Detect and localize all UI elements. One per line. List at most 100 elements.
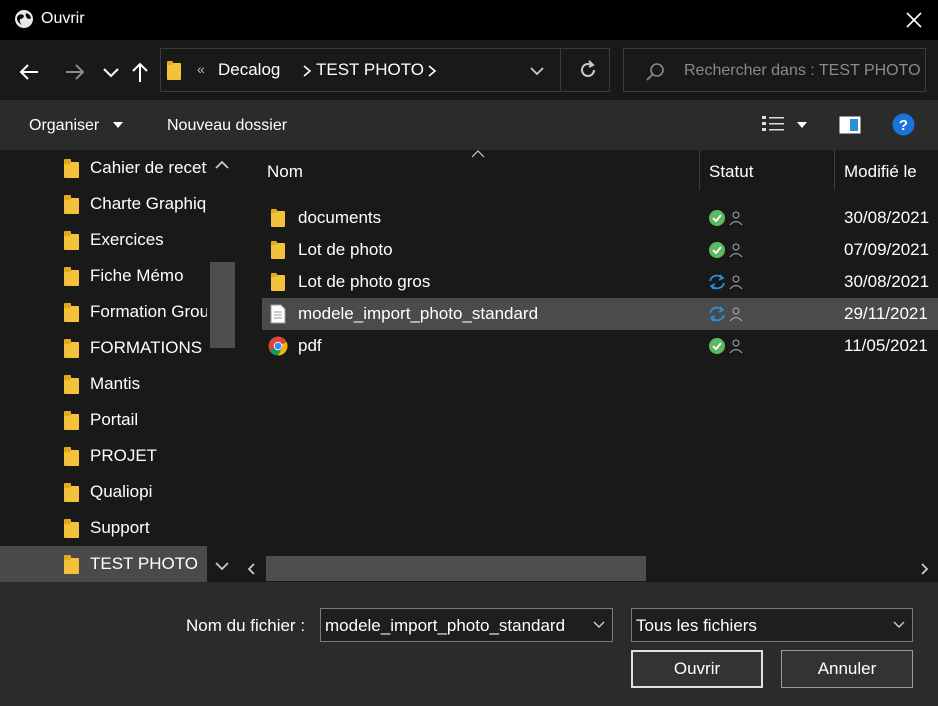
filename-label: Nom du fichier :	[186, 616, 306, 635]
sidebar-scrollbar[interactable]	[208, 150, 238, 582]
sidebar-item[interactable]: Mantis	[0, 366, 207, 402]
view-options-caret-icon[interactable]	[797, 122, 807, 128]
file-modified-date: 11/05/2021	[844, 336, 928, 355]
column-header-name[interactable]: Nom	[238, 150, 699, 192]
cancel-button[interactable]: Annuler	[781, 650, 913, 688]
chevron-right-icon[interactable]	[425, 62, 439, 80]
syncing-status-icon	[709, 274, 743, 290]
sidebar-item[interactable]: Fiche Mémo	[0, 258, 207, 294]
file-name: modele_import_photo_standard	[298, 304, 539, 323]
folder-icon	[271, 209, 285, 227]
folder-icon	[64, 411, 79, 430]
file-row[interactable]: Lot de photo gros 30/08/2021	[262, 266, 938, 298]
sidebar-item-label: TEST PHOTO	[90, 554, 199, 573]
file-row[interactable]: documents 30/08/2021	[262, 202, 938, 234]
breadcrumb-overflow[interactable]: «	[197, 61, 205, 77]
navigation-bar: « Decalog TEST PHOTO Rechercher dans : T…	[0, 40, 938, 100]
sidebar-item[interactable]: Exercices	[0, 222, 207, 258]
document-icon	[270, 304, 286, 324]
sidebar-item[interactable]: TEST PHOTO	[0, 546, 207, 582]
folder-icon	[271, 241, 285, 259]
folder-icon	[64, 339, 79, 358]
caret-down-icon	[113, 122, 123, 128]
sidebar-item[interactable]: Portail	[0, 402, 207, 438]
search-icon	[646, 63, 664, 81]
filename-value: modele_import_photo_standard	[325, 616, 566, 635]
arrow-right-icon[interactable]	[63, 60, 87, 84]
column-header-modified[interactable]: Modifié le	[835, 150, 938, 192]
column-header-modified-label: Modifié le	[844, 162, 917, 181]
sidebar-item-label: FORMATIONS	[90, 338, 203, 357]
folder-icon	[64, 267, 79, 286]
column-header-status[interactable]: Statut	[700, 150, 834, 192]
folder-icon	[64, 447, 79, 466]
file-modified-date: 30/08/2021	[844, 272, 930, 291]
sidebar-item-label: Fiche Mémo	[90, 266, 184, 285]
horizontal-scrollbar[interactable]	[238, 554, 938, 582]
breadcrumb-item-test-photo[interactable]: TEST PHOTO	[316, 60, 424, 80]
refresh-icon[interactable]	[577, 59, 599, 81]
sidebar-item[interactable]: Charte Graphique	[0, 186, 207, 222]
sidebar-scroll-thumb[interactable]	[210, 262, 235, 348]
column-header-status-label: Statut	[709, 162, 754, 181]
view-details-icon[interactable]	[762, 114, 784, 134]
preview-pane-icon[interactable]	[839, 116, 861, 134]
synced-status-icon	[709, 338, 743, 354]
chevron-down-icon[interactable]	[99, 60, 123, 84]
file-row[interactable]: Lot de photo 07/09/2021	[262, 234, 938, 266]
chevron-down-icon[interactable]	[593, 621, 605, 629]
close-icon[interactable]	[900, 8, 928, 32]
sidebar-item[interactable]: Qualiopi	[0, 474, 207, 510]
folder-icon	[64, 519, 79, 538]
file-modified-date: 29/11/2021	[844, 304, 928, 323]
sidebar-item-label: Qualiopi	[90, 482, 153, 501]
command-toolbar: Organiser Nouveau dossier ?	[0, 100, 938, 150]
arrow-up-icon[interactable]	[128, 60, 152, 84]
scroll-down-icon[interactable]	[214, 560, 230, 572]
sidebar-item-label: Cahier de recette	[90, 158, 207, 177]
scroll-right-icon[interactable]	[920, 562, 930, 576]
search-box[interactable]: Rechercher dans : TEST PHOTO	[623, 48, 926, 92]
file-name: Lot de photo	[298, 240, 393, 259]
arrow-left-icon[interactable]	[17, 60, 41, 84]
filename-input[interactable]: modele_import_photo_standard	[320, 608, 613, 642]
organize-button[interactable]: Organiser	[29, 117, 99, 135]
navigation-pane: Cahier de recette Charte Graphique Exercic…	[0, 150, 238, 582]
sidebar-item[interactable]: Support	[0, 510, 207, 546]
breadcrumb-item-decalog[interactable]: Decalog	[218, 60, 280, 80]
folder-icon	[64, 483, 79, 502]
address-dropdown-icon[interactable]	[527, 61, 547, 81]
horizontal-scroll-thumb[interactable]	[266, 556, 646, 581]
sidebar-item[interactable]: Cahier de recette	[0, 150, 207, 186]
sidebar-item[interactable]: PROJET	[0, 438, 207, 474]
address-bar[interactable]: « Decalog TEST PHOTO	[160, 48, 610, 92]
sidebar-item[interactable]: Formation Groupe	[0, 294, 207, 330]
search-placeholder: Rechercher dans : TEST PHOTO	[684, 62, 921, 79]
sidebar-item-label: Support	[90, 518, 150, 537]
address-separator	[560, 49, 561, 91]
synced-status-icon	[709, 210, 743, 226]
folder-icon	[64, 159, 79, 178]
scroll-left-icon[interactable]	[246, 562, 256, 576]
file-name: pdf	[298, 336, 322, 355]
sidebar-item[interactable]: FORMATIONS	[0, 330, 207, 366]
chevron-right-icon[interactable]	[300, 62, 314, 80]
folder-icon	[167, 61, 181, 80]
file-row[interactable]: pdf 11/05/2021	[262, 330, 938, 362]
file-name: Lot de photo gros	[298, 272, 431, 291]
file-list: Nom Statut Modifié le documents 30/08/202…	[238, 150, 938, 582]
open-button[interactable]: Ouvrir	[631, 650, 763, 688]
file-row[interactable]: modele_import_photo_standard 29/11/2021	[262, 298, 938, 330]
sidebar-item-label: Exercices	[90, 230, 164, 249]
sidebar-item-label: Mantis	[90, 374, 141, 393]
synced-status-icon	[709, 242, 743, 258]
help-icon[interactable]: ?	[892, 113, 915, 136]
new-folder-button[interactable]: Nouveau dossier	[167, 117, 287, 135]
file-type-select[interactable]: Tous les fichiers	[631, 608, 913, 642]
scroll-up-icon[interactable]	[214, 159, 230, 171]
chrome-icon	[268, 336, 288, 356]
sidebar-item-label: PROJET	[90, 446, 158, 465]
title-bar: Ouvrir	[0, 0, 938, 40]
chevron-down-icon[interactable]	[893, 621, 905, 629]
dialog-footer: Nom du fichier : modele_import_photo_sta…	[0, 582, 938, 706]
